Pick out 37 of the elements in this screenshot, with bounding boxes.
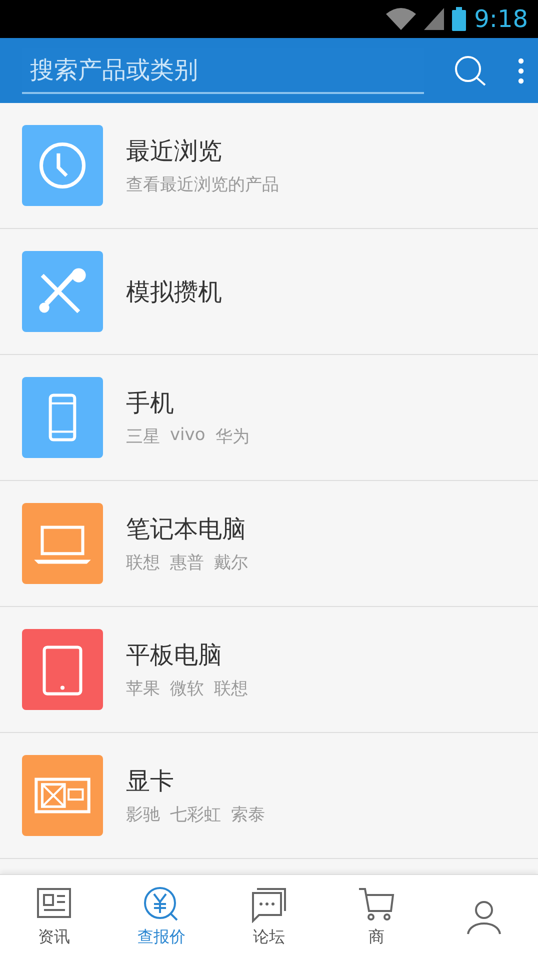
category-subtitle: 惠普 <box>170 552 204 574</box>
signal-icon <box>424 8 444 30</box>
cart-icon <box>356 885 397 923</box>
search-input[interactable]: 搜索产品或类别 <box>30 56 416 84</box>
category-subtitle: 影驰 <box>126 804 160 826</box>
category-title[interactable]: 显卡 <box>126 765 265 797</box>
phone-icon[interactable] <box>22 377 103 458</box>
tablet-icon[interactable] <box>22 629 103 710</box>
nav-tab[interactable]: 查报价 <box>108 875 216 958</box>
nav-tab[interactable]: 商 <box>322 875 430 958</box>
gpu-icon[interactable] <box>22 755 103 836</box>
nav-tab[interactable]: 资讯 <box>0 875 108 958</box>
category-subtitle: 联想 <box>126 552 160 574</box>
category-subtitle: 三星 <box>126 426 160 448</box>
category-title[interactable]: 平板电脑 <box>126 639 248 671</box>
battery-icon <box>452 7 466 31</box>
laptop-icon[interactable] <box>22 503 103 584</box>
category-title[interactable]: 笔记本电脑 <box>126 513 248 545</box>
category-subtitle: 索泰 <box>231 804 265 826</box>
more-icon[interactable] <box>518 58 524 84</box>
clock-icon[interactable] <box>22 125 103 206</box>
search-icon[interactable] <box>454 54 488 86</box>
category-subtitle: 联想 <box>214 678 248 700</box>
category-subtitle: 七彩虹 <box>170 804 221 826</box>
clock-time: 9:18 <box>474 5 528 33</box>
category-subtitle: 微软 <box>170 678 204 700</box>
category-subtitle: 苹果 <box>126 678 160 700</box>
category-subtitle: 华为 <box>215 426 250 448</box>
category-title[interactable]: 模拟攒机 <box>126 276 222 308</box>
category-subtitle: 戴尔 <box>214 552 248 574</box>
tools-icon[interactable] <box>22 251 103 332</box>
nav-tab[interactable]: 论坛 <box>215 875 323 958</box>
category-subtitle: 查看最近浏览的产品 <box>126 174 279 196</box>
category-title[interactable]: 手机 <box>126 387 250 419</box>
category-subtitle: vivo <box>170 425 206 447</box>
category-title[interactable]: 最近浏览 <box>126 135 279 167</box>
wifi-icon <box>386 8 416 30</box>
